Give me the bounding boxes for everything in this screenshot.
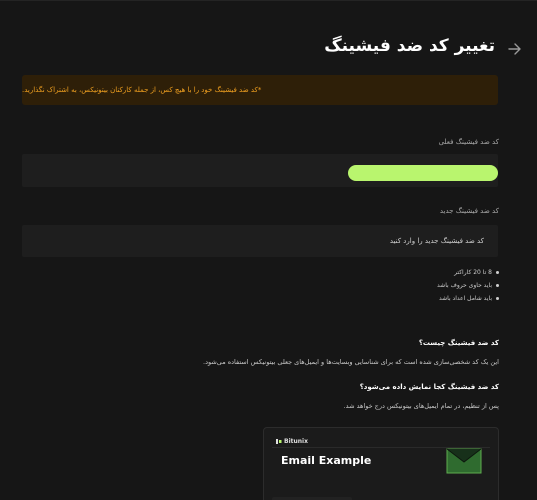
current-code-field: [22, 154, 498, 187]
bullet-icon: [496, 297, 499, 300]
rules-list: 8 تا 20 کاراکتر باید حاوی حروف باشد باید…: [437, 266, 499, 305]
top-divider: [0, 0, 537, 1]
faq-question: کد ضد فیشینگ چیست؟: [418, 339, 499, 347]
rule-item: باید شامل اعداد باشد: [437, 292, 499, 305]
rule-text: باید حاوی حروف باشد: [437, 282, 492, 289]
bitunix-logo-icon: [276, 439, 282, 444]
bullet-icon: [496, 271, 499, 274]
rule-text: باید شامل اعداد باشد: [438, 295, 492, 302]
bullet-icon: [496, 284, 499, 287]
faq-question: کد ضد فیشینگ کجا نمایش داده می‌شود؟: [359, 383, 499, 391]
arrow-right-icon: [508, 43, 521, 55]
rule-text: 8 تا 20 کاراکتر: [454, 269, 492, 276]
page-title: تغییر کد ضد فیشینگ: [324, 36, 495, 56]
envelope-icon: [446, 448, 482, 474]
back-button[interactable]: [504, 38, 526, 60]
email-preview-card: Bitunix Email Example: [263, 427, 499, 500]
page: تغییر کد ضد فیشینگ *کد ضد فیشینگ خود را …: [0, 0, 537, 500]
faq-answer: این یک کد شخصی‌سازی شده است که برای شناس…: [203, 358, 499, 366]
email-brand-name: Bitunix: [284, 438, 308, 445]
new-code-label: کد ضد فیشینگ جدید: [439, 207, 499, 215]
warning-banner: *کد ضد فیشینگ خود را با هیچ کس، از جمله …: [22, 75, 498, 105]
current-code-value: [348, 165, 498, 181]
rule-item: باید حاوی حروف باشد: [437, 279, 499, 292]
current-code-label: کد ضد فیشینگ فعلی: [438, 138, 499, 146]
new-code-input[interactable]: [22, 225, 498, 257]
rule-item: 8 تا 20 کاراکتر: [437, 266, 499, 279]
email-title: Email Example: [281, 454, 372, 467]
email-brand: Bitunix: [276, 438, 308, 445]
faq-answer: پس از تنظیم، در تمام ایمیل‌های بیتونیکس …: [343, 402, 499, 410]
